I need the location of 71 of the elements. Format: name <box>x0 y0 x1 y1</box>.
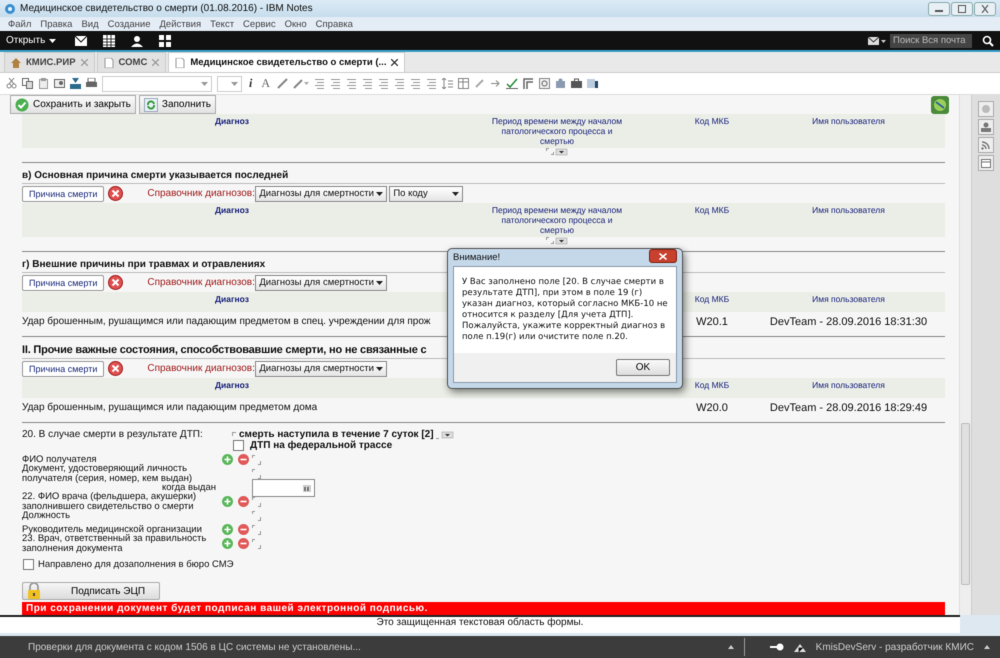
menu-item[interactable]: Справка <box>316 18 353 30</box>
server-status[interactable]: KmisDevServ - разработчик КМИС <box>816 642 974 652</box>
column-header: Имя пользователя <box>811 294 886 306</box>
field-label: Руководитель медицинской организации <box>22 524 203 534</box>
search-field[interactable]: Поиск Вся почта <box>890 34 972 48</box>
directory-label: Справочник диагнозов: <box>147 363 256 374</box>
menu-item[interactable]: Сервис <box>243 18 276 30</box>
user-cell-text: DevTeam - 28.09.2016 18:29:49 <box>768 402 928 414</box>
dialog-message: У Вас заполнено поле [20. В случае смерти в результате ДТП], при этом в поле 19 (г) указан диагноз, который согласно МКБ-10 не относится к разделу [Для учета ДТП]. Пожалуйста, укажите корректный диагноз в поле п.19(г) или очистите поле п.20. <box>454 267 676 353</box>
menu-item[interactable]: Создание <box>108 18 150 30</box>
column-header: Диагноз <box>214 205 250 217</box>
column-header: Диагноз <box>214 380 250 392</box>
dropdown[interactable]: По коду <box>389 186 464 202</box>
column-header: Диагноз <box>214 294 250 306</box>
user-cell-text: DevTeam - 28.09.2016 18:31:30 <box>768 316 928 328</box>
tab[interactable]: Медицинское свидетельство о смерти (... <box>168 52 406 72</box>
section-heading: г) Внешние причины при травмах и отравлениях <box>22 258 266 272</box>
menu-item[interactable]: Файл <box>8 18 32 30</box>
column-header: Период времени между началом патологического процесса и смертью <box>490 116 624 146</box>
field-label: ФИО получателя <box>22 454 97 464</box>
directory-label: Справочник диагнозов: <box>147 188 256 199</box>
protected-note: Это защищенная текстовая область формы. <box>0 615 960 633</box>
open-button[interactable]: Открыть <box>6 35 62 46</box>
column-header: Код МКБ <box>694 294 730 306</box>
code-cell-text: W20.1 <box>695 316 729 328</box>
action-button[interactable]: Заполнить <box>138 95 216 114</box>
menu-item[interactable]: Вид <box>81 18 99 30</box>
field-value: смерть наступила в течение 7 суток [2] <box>239 429 434 440</box>
menu-item[interactable]: Окно <box>284 18 307 30</box>
column-header: Имя пользователя <box>811 380 886 392</box>
tab[interactable]: СОМС <box>96 52 166 72</box>
directory-label: Справочник диагнозов: <box>147 277 256 288</box>
dropdown[interactable]: Диагнозы для смертности <box>255 360 388 376</box>
action-button[interactable]: Сохранить и закрыть <box>10 95 136 114</box>
diagnosis-cell-text: Удар брошенным, рушащимся или падающим предметом дома <box>22 402 318 414</box>
checkbox-label: Направлено для дозаполнения в бюро СМЭ <box>38 559 234 570</box>
column-header: Имя пользователя <box>811 116 886 128</box>
window-title: Медицинское свидетельство о смерти (01.08.2016) - IBM Notes <box>20 3 313 14</box>
field-label: Документ, удостоверяющий личность получателя (серия, номер, кем выдан) <box>22 464 194 484</box>
format-button[interactable]: A <box>259 76 272 91</box>
cause-button[interactable]: Причина смерти <box>22 186 104 202</box>
code-cell-text: W20.0 <box>695 402 729 414</box>
menu-item[interactable]: Текст <box>210 18 234 30</box>
sign-button[interactable]: Подписать ЭЦП <box>22 582 160 600</box>
column-header: Код МКБ <box>694 380 730 392</box>
column-header: Имя пользователя <box>811 205 886 217</box>
section-heading: в) Основная причина смерти указывается последней <box>22 169 288 183</box>
field-label: 23. Врач, ответственный за правильность заполнения документа <box>22 534 208 554</box>
column-header: Код МКБ <box>694 205 730 217</box>
diagnosis-cell-text: Удар брошенным, рушащимся или падающим предметом в спец. учреждении для прож <box>22 316 432 328</box>
cause-button[interactable]: Причина смерти <box>22 274 104 290</box>
field-label: Должность <box>22 510 72 520</box>
warning-banner: При сохранении документ будет подписан вашей электронной подписью. <box>22 602 945 615</box>
checkbox-label: ДТП на федеральной трассе <box>250 440 392 451</box>
dialog-title: Внимание! <box>453 252 500 263</box>
format-button[interactable]: i <box>247 76 254 91</box>
field-label: 20. В случае смерти в результате ДТП: <box>22 429 204 442</box>
menu-item[interactable]: Действия <box>160 18 202 30</box>
ok-button[interactable]: OK <box>616 359 670 376</box>
status-message: Проверки для документа с кодом 1506 в ЦС системы не установлены... <box>28 642 362 652</box>
section-heading: II. Прочие важные состояния, способствовавшие смерти, но не связанные с <box>22 343 426 358</box>
dropdown[interactable]: Диагнозы для смертности <box>255 186 388 202</box>
field-label: 22. ФИО врача (фельдшера, акушерки) заполнившего свидетельство о смерти <box>22 492 196 512</box>
field-label: когда выдан <box>162 482 217 492</box>
tab[interactable]: КМИС.РИР <box>4 52 95 72</box>
column-header: Код МКБ <box>694 116 730 128</box>
cause-button[interactable]: Причина смерти <box>22 360 104 376</box>
column-header: Период времени между началом патологического процесса и смертью <box>490 205 624 235</box>
menu-item[interactable]: Правка <box>40 18 72 30</box>
column-header: Диагноз <box>214 116 250 128</box>
dropdown[interactable]: Диагнозы для смертности <box>255 274 388 290</box>
